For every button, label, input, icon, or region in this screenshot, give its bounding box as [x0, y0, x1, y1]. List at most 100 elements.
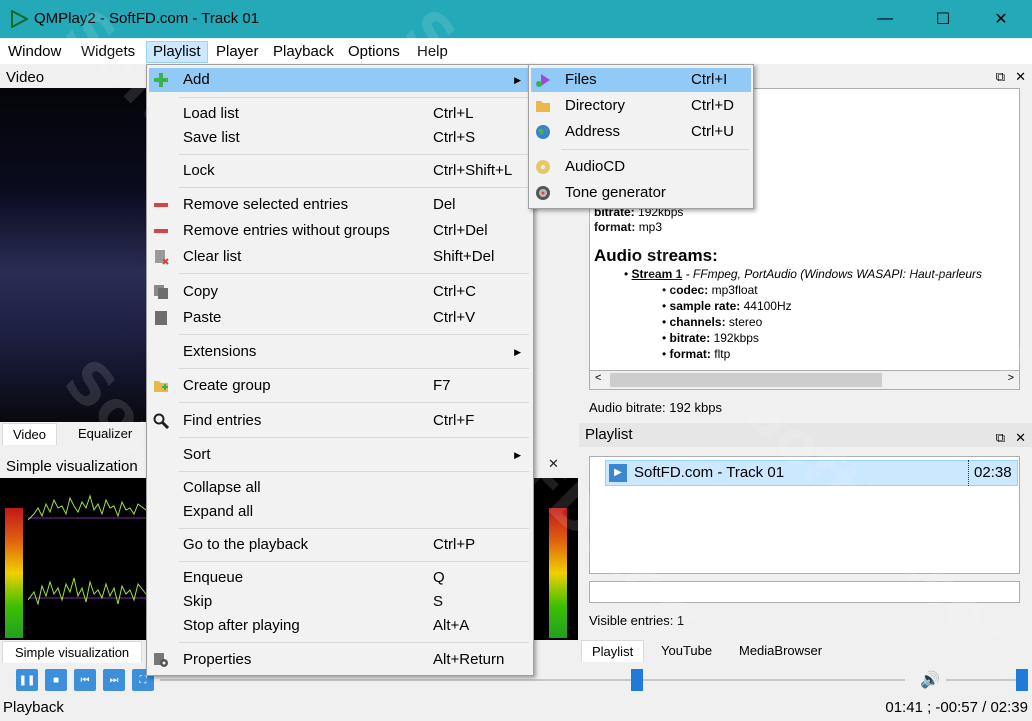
status-left: Playback — [3, 699, 64, 716]
menu-item-load-list[interactable]: Load list Ctrl+L — [149, 102, 531, 126]
status-bar: Playback 01:41 ; -00:57 / 02:39 — [0, 697, 1032, 721]
visualization-left — [0, 478, 146, 640]
menu-item-extensions[interactable]: Extensions ▶ — [149, 340, 531, 364]
float-icon[interactable]: ⧉ — [996, 69, 1005, 84]
window-title: QMPlay2 - SoftFD.com - Track 01 — [34, 10, 260, 27]
playlist-dock-title: Playlist ⧉ ✕ — [579, 423, 1032, 447]
add-submenu: Files Ctrl+I Directory Ctrl+D Address Ctrl+… — [528, 64, 754, 209]
entry-length: 02:38 — [974, 464, 1012, 481]
playlist-view[interactable]: ▶ SoftFD.com - Track 01 02:38 — [589, 456, 1020, 574]
audio-bitrate-label: Audio bitrate: 192 kbps — [589, 400, 722, 415]
menu-item-sort[interactable]: Sort ▶ — [149, 443, 531, 467]
menu-item-copy[interactable]: Copy Ctrl+C — [149, 280, 531, 304]
plus-icon — [154, 73, 168, 87]
info-horizontal-scrollbar[interactable]: < > — [589, 370, 1020, 390]
scroll-thumb[interactable] — [610, 373, 882, 387]
menu-item-paste[interactable]: Paste Ctrl+V — [149, 306, 531, 330]
submenu-arrow-icon: ▶ — [514, 450, 521, 460]
menu-item-find-entries[interactable]: Find entries Ctrl+F — [149, 409, 531, 433]
menu-item-collapse-all[interactable]: Collapse all — [149, 476, 531, 500]
info-value: stereo — [728, 315, 763, 329]
minus-icon — [154, 229, 168, 233]
submenu-item-audiocd[interactable]: AudioCD — [531, 155, 751, 179]
cd-icon — [536, 160, 550, 174]
status-time: 01:41 ; -00:57 / 02:39 — [885, 699, 1028, 716]
menu-item-expand-all[interactable]: Expand all — [149, 500, 531, 524]
tab-equalizer[interactable]: Equalizer — [68, 423, 142, 445]
pause-button[interactable]: ❚❚ — [16, 669, 38, 691]
volume-handle[interactable] — [1016, 669, 1028, 691]
volume-track[interactable] — [946, 679, 1020, 681]
menu-item-remove-selected[interactable]: Remove selected entries Del — [149, 193, 531, 217]
seek-track[interactable] — [160, 679, 905, 681]
gear-icon — [154, 653, 168, 667]
volume-icon[interactable]: 🔊 — [920, 670, 940, 690]
clear-icon — [155, 250, 169, 265]
stream-link[interactable]: Stream 1 — [632, 267, 683, 281]
title-bar: QMPlay2 - SoftFD.com - Track 01 — ☐ ✕ — [0, 0, 1032, 38]
menu-playlist[interactable]: Playlist — [146, 41, 208, 63]
close-icon[interactable]: ✕ — [1015, 69, 1026, 84]
menu-help[interactable]: Help — [411, 41, 454, 63]
vis-dock-tabs: Simple visualization — [0, 641, 146, 663]
tab-video[interactable]: Video — [2, 423, 58, 445]
playlist-menu: Add ▶ Load list Ctrl+L Save list Ctrl+S Loc… — [146, 64, 534, 676]
submenu-item-directory[interactable]: Directory Ctrl+D — [531, 94, 751, 118]
submenu-item-address[interactable]: Address Ctrl+U — [531, 120, 751, 144]
info-label: channels: — [669, 315, 726, 329]
maximize-button[interactable]: ☐ — [914, 0, 972, 38]
info-value: mp3float — [711, 283, 758, 297]
menu-playback[interactable]: Playback — [267, 41, 340, 63]
visible-entries-label: Visible entries: 1 — [589, 613, 685, 628]
close-icon[interactable]: ✕ — [1015, 430, 1026, 445]
minimize-button[interactable]: — — [856, 0, 914, 38]
level-bar-right — [549, 508, 567, 638]
tab-simple-visualization[interactable]: Simple visualization — [2, 641, 143, 663]
menu-item-properties[interactable]: Properties Alt+Return — [149, 648, 531, 672]
tone-icon — [536, 186, 550, 200]
stop-button[interactable]: ■ — [45, 669, 67, 691]
submenu-arrow-icon: ▶ — [514, 75, 521, 85]
music-file-icon — [536, 74, 550, 87]
video-dock-tabs: Video Equalizer — [0, 423, 146, 446]
menu-item-create-group[interactable]: Create group F7 — [149, 374, 531, 398]
menu-item-lock[interactable]: Lock Ctrl+Shift+L — [149, 159, 531, 183]
menu-item-skip[interactable]: Skip S — [149, 590, 531, 614]
stream-description: - FFmpeg, PortAudio (Windows WASAPI: Hau… — [682, 267, 983, 281]
app-logo-icon — [11, 10, 28, 28]
float-icon[interactable]: ⧉ — [996, 430, 1005, 445]
minus-icon — [154, 203, 168, 207]
menu-item-go-to-playback[interactable]: Go to the playback Ctrl+P — [149, 533, 531, 557]
menu-options[interactable]: Options — [342, 41, 406, 63]
submenu-item-tone-generator[interactable]: Tone generator — [531, 181, 751, 205]
submenu-arrow-icon: ▶ — [514, 347, 521, 357]
vis-dock-close-icon[interactable]: ✕ — [548, 456, 559, 472]
tab-playlist[interactable]: Playlist — [581, 640, 645, 662]
info-label: codec: — [669, 283, 709, 297]
folder-icon — [536, 101, 550, 112]
scroll-left-icon[interactable]: < — [595, 372, 601, 384]
tab-youtube[interactable]: YouTube — [651, 640, 722, 662]
tab-mediabrowser[interactable]: MediaBrowser — [729, 640, 832, 662]
visualization-right — [533, 478, 578, 640]
menu-item-save-list[interactable]: Save list Ctrl+S — [149, 126, 531, 150]
menu-widgets[interactable]: Widgets — [75, 41, 141, 63]
playlist-entry[interactable]: ▶ SoftFD.com - Track 01 02:38 — [605, 460, 1018, 486]
info-value: 192kbps — [713, 331, 759, 345]
previous-button[interactable]: ⏮ — [74, 669, 96, 691]
scroll-right-icon[interactable]: > — [1008, 372, 1014, 384]
level-bar-left — [5, 508, 23, 638]
menu-item-remove-without-groups[interactable]: Remove entries without groups Ctrl+Del — [149, 219, 531, 243]
menu-item-clear-list[interactable]: Clear list Shift+Del — [149, 245, 531, 269]
menu-player[interactable]: Player — [210, 41, 265, 63]
seek-handle[interactable] — [631, 669, 643, 691]
menu-item-stop-after-playing[interactable]: Stop after playing Alt+A — [149, 614, 531, 638]
menu-item-enqueue[interactable]: Enqueue Q — [149, 566, 531, 590]
next-button[interactable]: ⏭ — [103, 669, 125, 691]
submenu-item-files[interactable]: Files Ctrl+I — [531, 68, 751, 92]
info-label: bitrate: — [669, 331, 711, 345]
menu-window[interactable]: Window — [2, 41, 67, 63]
playlist-search-input[interactable] — [589, 581, 1020, 603]
menu-item-add[interactable]: Add ▶ — [149, 68, 531, 92]
close-button[interactable]: ✕ — [972, 0, 1030, 38]
